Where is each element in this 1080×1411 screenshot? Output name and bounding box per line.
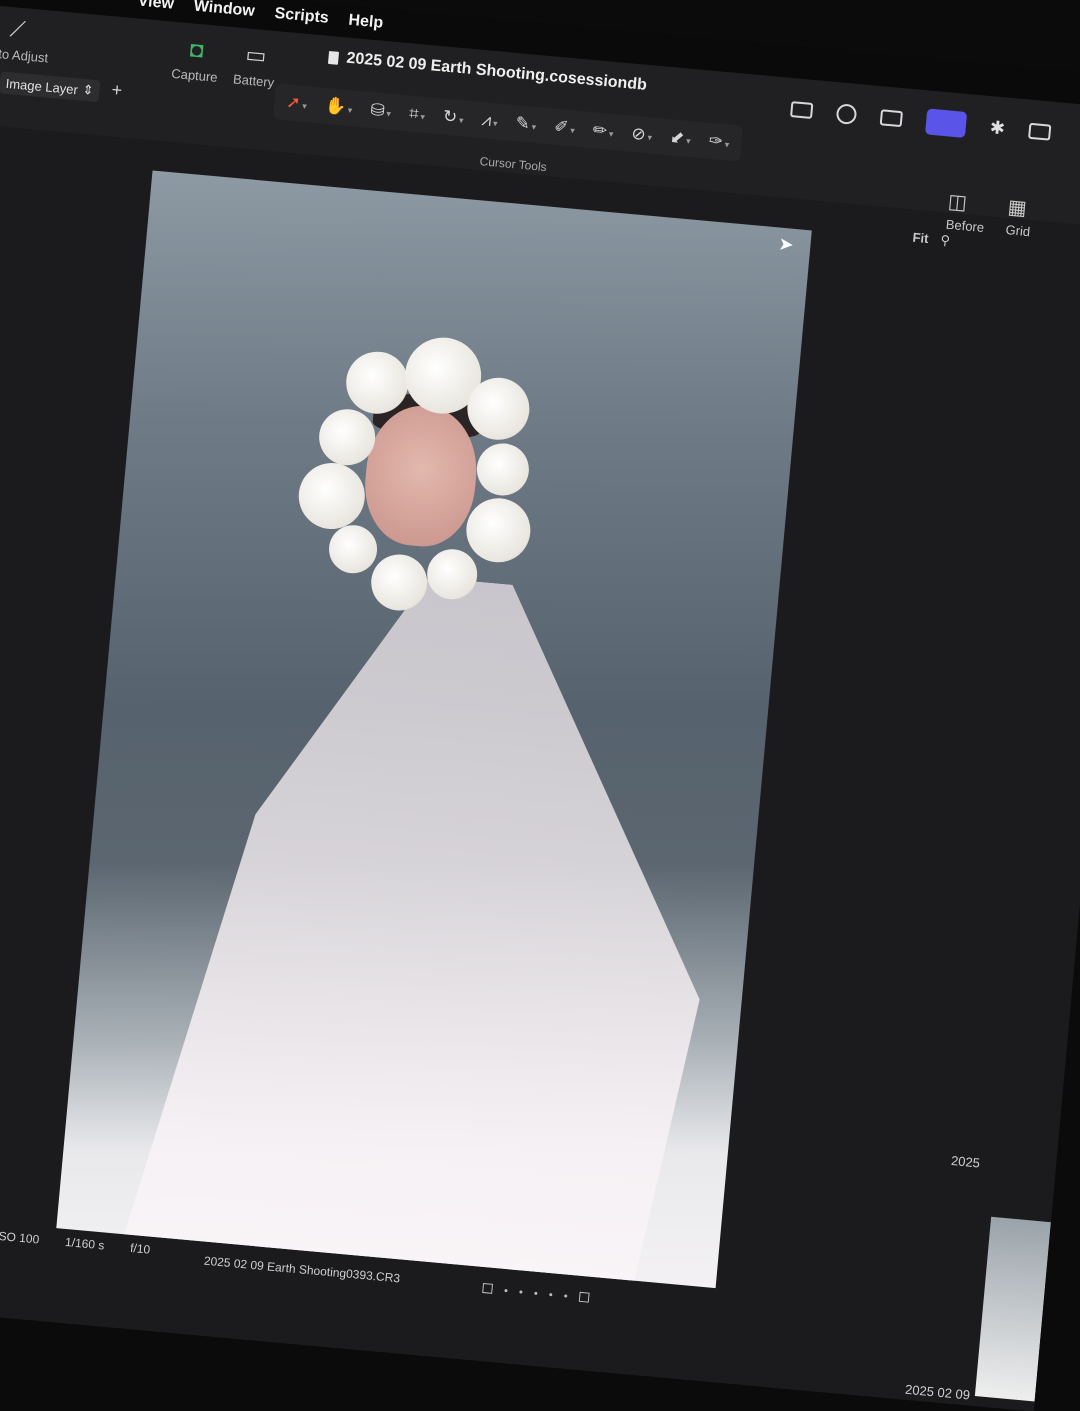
monitor-icon[interactable] — [1028, 122, 1052, 141]
heal-brush-icon[interactable]: ✐▾ — [553, 117, 576, 139]
pipette-icon[interactable]: ✎▾ — [515, 113, 538, 135]
rose-shape — [326, 523, 380, 576]
zoom-icon[interactable]: ⚲ — [940, 232, 951, 249]
grid-icon[interactable]: ▦ — [1007, 194, 1028, 221]
before-after-icon[interactable]: ◫ — [947, 189, 968, 216]
creative-cloud-icon[interactable] — [835, 103, 858, 125]
auto-adjust-button[interactable]: ⟋ Auto Adjust — [0, 15, 51, 66]
right-toolbar: ✱ — [790, 96, 1052, 146]
page-dot[interactable] — [564, 1293, 568, 1298]
menu-scripts[interactable]: Scripts — [274, 5, 330, 28]
window-switch-icon[interactable] — [924, 108, 968, 138]
menu-help[interactable]: Help — [348, 12, 384, 33]
layer-select[interactable]: Image Layer ⇕ — [0, 71, 101, 103]
cursor-tools: ➚▾ ✋▾ ⛁▾ ⌗▾ ↻▾ ⩘▾ ✎▾ ✐▾ ✏▾ ⊘▾ ⬋▾ ✑▾ — [272, 83, 743, 162]
bucket-icon[interactable]: ⛁▾ — [369, 100, 392, 122]
page-dot[interactable] — [504, 1288, 508, 1292]
page-square-icon[interactable] — [578, 1291, 590, 1303]
crop-icon[interactable]: ⌗▾ — [408, 104, 426, 125]
capture-button[interactable]: ◘ Capture — [171, 36, 221, 85]
battery-icon: ▭ — [244, 41, 268, 69]
battery-label: Battery — [232, 71, 275, 91]
display-icon[interactable] — [879, 109, 903, 128]
select-arrow-icon[interactable]: ➚▾ — [285, 92, 308, 114]
annotate-icon[interactable]: ✑▾ — [708, 131, 731, 153]
mouse-cursor-icon: ➤ — [777, 233, 795, 255]
capture-label: Capture — [170, 65, 219, 85]
rose-shape — [474, 441, 532, 498]
picker-icon[interactable]: ⬋▾ — [669, 127, 692, 149]
auto-adjust-label: Auto Adjust — [0, 44, 49, 66]
page-dot[interactable] — [549, 1292, 553, 1296]
veil-shape — [113, 554, 736, 1288]
rotate-icon[interactable]: ↻▾ — [442, 107, 465, 129]
gradient-mask-icon[interactable]: ⊘▾ — [631, 124, 654, 146]
keystone-icon[interactable]: ⩘▾ — [481, 110, 499, 131]
photo-preview[interactable] — [56, 170, 812, 1289]
rose-shape — [463, 495, 534, 566]
menu-window[interactable]: Window — [193, 0, 255, 21]
page-dot[interactable] — [534, 1291, 538, 1295]
layer-select-value: Image Layer — [5, 75, 79, 97]
camera-icon: ◘ — [189, 36, 205, 63]
page-square-icon[interactable] — [482, 1282, 494, 1294]
document-icon — [327, 50, 340, 65]
menu-view[interactable]: View — [137, 0, 175, 14]
viewer-icon[interactable] — [790, 101, 814, 120]
add-layer-button[interactable]: + — [111, 79, 123, 101]
page-dot[interactable] — [519, 1289, 523, 1294]
draw-mask-icon[interactable]: ✏▾ — [592, 120, 615, 142]
updown-chevron-icon: ⇕ — [82, 81, 95, 98]
grid-label[interactable]: Grid — [1005, 222, 1031, 239]
filmstrip-label-top: 2025 — [950, 1152, 981, 1171]
bluetooth-icon[interactable]: ✱ — [989, 117, 1006, 139]
magic-wand-icon: ⟋ — [8, 16, 27, 43]
hand-pan-icon[interactable]: ✋▾ — [324, 96, 353, 118]
fit-label[interactable]: Fit — [912, 230, 929, 246]
rose-shape — [295, 460, 368, 532]
app-window: View Window Scripts Help 2025 02 09 Eart… — [0, 0, 1080, 1411]
aperture-value: f/10 — [129, 1240, 151, 1257]
battery-button[interactable]: ▭ Battery — [232, 41, 277, 91]
